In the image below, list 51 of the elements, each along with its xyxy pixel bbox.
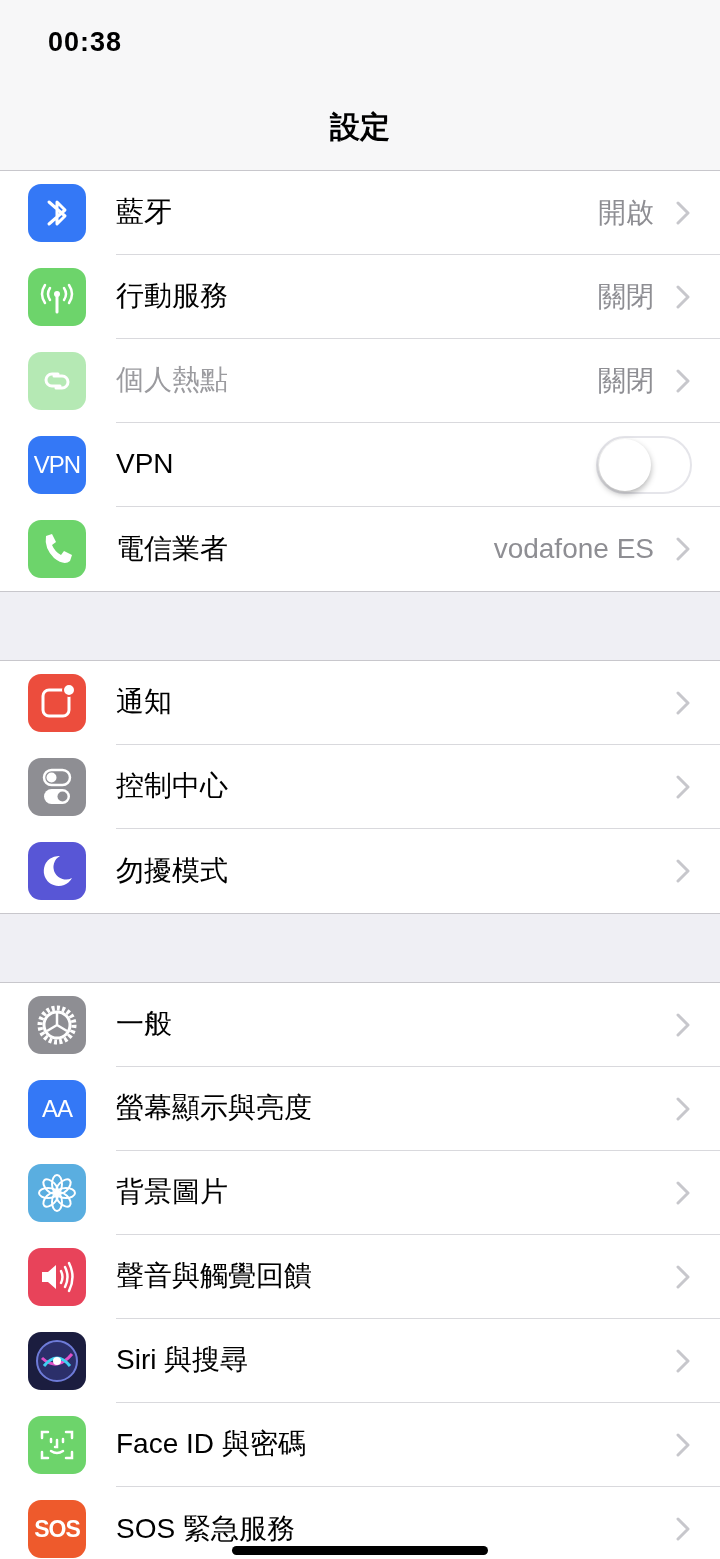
setting-label[interactable]: SOS 緊急服務 bbox=[116, 1512, 295, 1546]
setting-label[interactable]: 通知 bbox=[116, 686, 172, 719]
setting-value: vodafone ES bbox=[493, 533, 654, 565]
notification-icon bbox=[28, 674, 86, 732]
moon-icon bbox=[28, 842, 86, 900]
setting-label[interactable]: 勿擾模式 bbox=[116, 854, 228, 888]
antenna-icon bbox=[28, 268, 86, 326]
setting-label[interactable]: 螢幕顯示與亮度 bbox=[116, 1092, 312, 1125]
speaker-icon bbox=[28, 1248, 86, 1306]
chevron-icon bbox=[676, 1432, 690, 1457]
flower-icon bbox=[28, 1164, 86, 1222]
chevron-icon bbox=[676, 537, 690, 561]
bluetooth-icon bbox=[28, 184, 86, 242]
home-indicator[interactable] bbox=[232, 1546, 488, 1555]
setting-value: 關閉 bbox=[598, 363, 654, 398]
chevron-icon bbox=[676, 1012, 690, 1037]
setting-label[interactable]: 藍牙 bbox=[116, 196, 172, 229]
text-size-icon: AA bbox=[28, 1080, 86, 1138]
chevron-icon bbox=[676, 690, 690, 715]
setting-label[interactable]: 聲音與觸覺回饋 bbox=[116, 1260, 312, 1293]
setting-label[interactable]: 電信業者 bbox=[116, 532, 228, 566]
orb-icon bbox=[28, 1332, 86, 1390]
chevron-icon bbox=[676, 368, 690, 393]
status-time: 00:38 bbox=[48, 27, 123, 58]
chevron-icon bbox=[676, 200, 690, 225]
chevron-icon bbox=[676, 859, 690, 883]
vpn-icon: VPN bbox=[28, 436, 86, 494]
switches-icon bbox=[28, 758, 86, 816]
setting-label[interactable]: 行動服務 bbox=[116, 280, 228, 313]
chevron-icon bbox=[676, 1517, 690, 1541]
setting-label[interactable]: 背景圖片 bbox=[116, 1176, 228, 1209]
chevron-icon bbox=[676, 1264, 690, 1289]
setting-label[interactable]: Siri 與搜尋 bbox=[116, 1344, 249, 1377]
page-title: 設定 bbox=[330, 109, 390, 145]
chevron-icon bbox=[676, 1096, 690, 1121]
sos-icon: SOS bbox=[28, 1500, 86, 1558]
chevron-icon bbox=[676, 1348, 690, 1373]
toggle-switch[interactable] bbox=[596, 435, 692, 494]
chevron-icon bbox=[676, 774, 690, 799]
face-scan-icon bbox=[28, 1416, 86, 1474]
phone-icon bbox=[28, 520, 86, 578]
setting-label[interactable]: Face ID 與密碼 bbox=[116, 1428, 306, 1461]
chevron-icon bbox=[676, 284, 690, 309]
setting-label[interactable]: 控制中心 bbox=[116, 770, 228, 803]
chevron-icon bbox=[676, 1180, 690, 1205]
setting-value: 開啟 bbox=[598, 195, 654, 230]
link-icon bbox=[28, 352, 86, 410]
setting-label[interactable]: VPN bbox=[116, 448, 174, 481]
setting-value: 關閉 bbox=[598, 279, 654, 314]
setting-label[interactable]: 一般 bbox=[116, 1008, 172, 1041]
gear-icon bbox=[28, 996, 86, 1054]
